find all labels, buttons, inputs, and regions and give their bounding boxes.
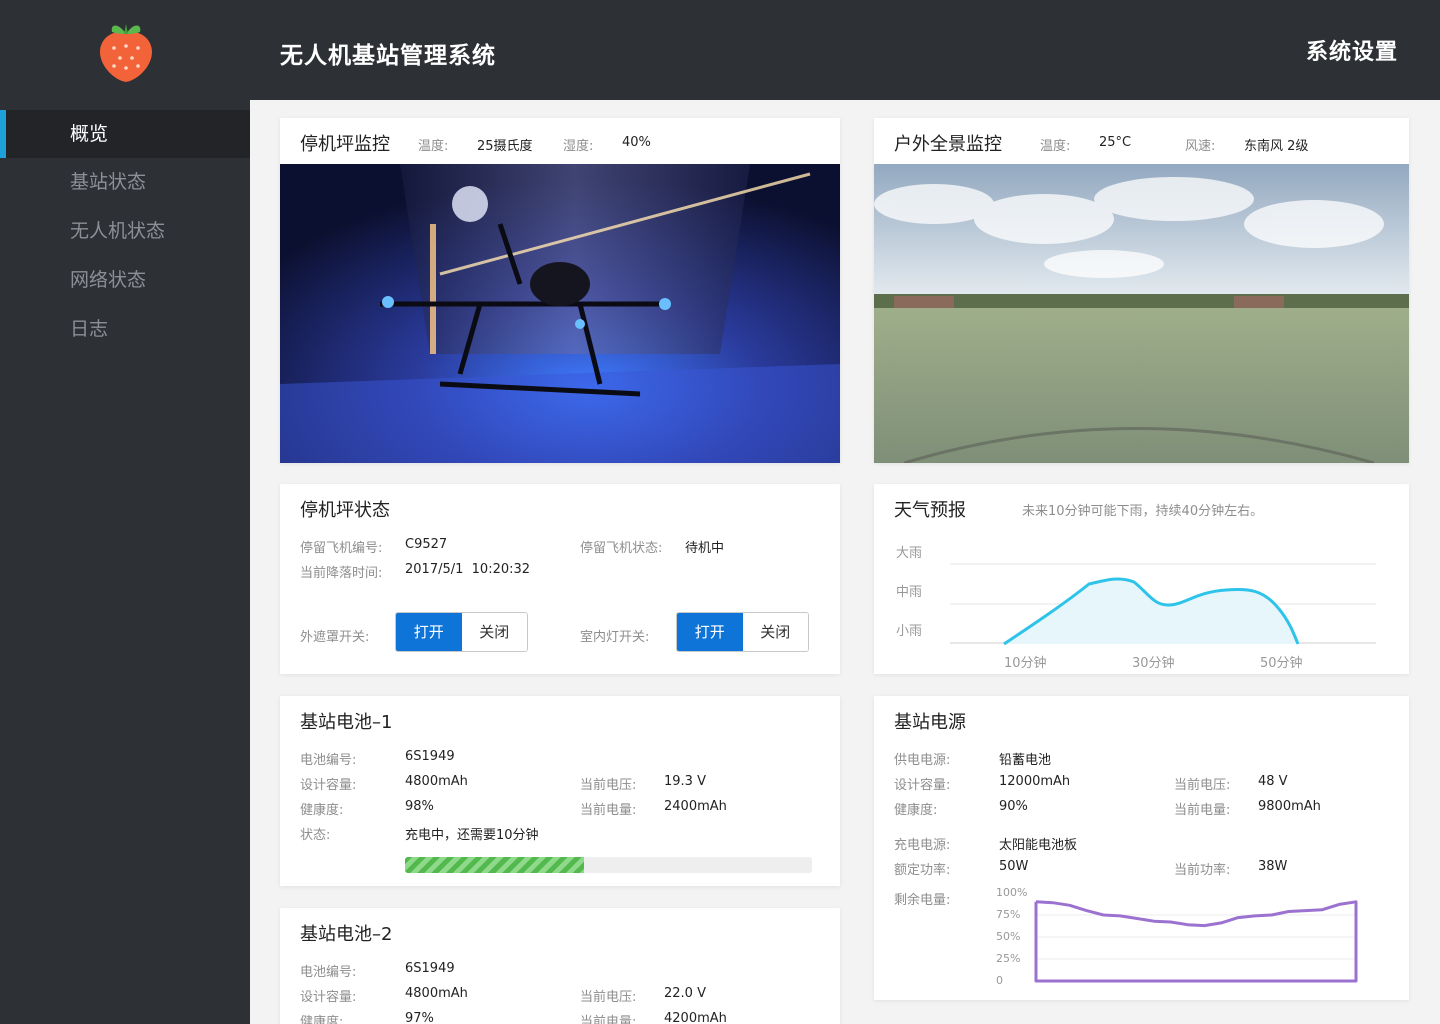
sidebar: 概览 基站状态 无人机状态 网络状态 日志 (0, 100, 250, 1024)
wind-label: 风速: (1185, 139, 1216, 154)
sidebar-item-log[interactable]: 日志 (0, 305, 250, 353)
charge-value: 2400mAh (664, 799, 727, 814)
voltage-value: 19.3 V (664, 774, 706, 789)
battery-id-value: 6S1949 (405, 961, 455, 976)
card-title: 基站电池–1 (300, 712, 393, 733)
battery-id-label: 电池编号: (300, 965, 357, 980)
health-value: 98% (405, 799, 434, 814)
wind-value: 东南风 2级 (1244, 139, 1309, 154)
card-title: 停机坪状态 (300, 500, 390, 521)
state-label: 状态: (300, 828, 331, 843)
aircraft-id-value: C9527 (405, 537, 448, 552)
humidity-value: 40% (622, 135, 651, 150)
app-title: 无人机基站管理系统 (280, 43, 496, 69)
health-value: 97% (405, 1011, 434, 1024)
card-title: 基站电池–2 (300, 924, 393, 945)
light-switch-label: 室内灯开关: (580, 630, 650, 645)
battery-id-label: 电池编号: (300, 753, 357, 768)
rain-area (1004, 578, 1298, 644)
system-settings-link[interactable]: 系统设置 (1306, 34, 1398, 66)
cover-switch: 打开 关闭 (395, 612, 528, 652)
state-value: 充电中，还需要10分钟 (405, 828, 539, 843)
temperature-label: 温度: (1040, 139, 1071, 154)
aircraft-state-label: 停留飞机状态: (580, 541, 663, 556)
voltage-label: 当前电压: (580, 778, 637, 793)
strawberry-logo-icon (100, 24, 152, 82)
light-switch: 打开 关闭 (676, 612, 809, 652)
remaining-power-line (1034, 900, 1358, 983)
voltage-label: 当前电压: (580, 990, 637, 1005)
charge-value: 4200mAh (664, 1011, 727, 1024)
charge-label: 当前电量: (580, 803, 637, 818)
card-title: 户外全景监控 (894, 134, 1002, 155)
base-power-card: 基站电源 供电电源: 铅蓄电池 设计容量: 12000mAh 当前电压: 48 … (874, 696, 1409, 1000)
capacity-value: 4800mAh (405, 986, 468, 1001)
capacity-value: 4800mAh (405, 774, 468, 789)
temperature-label: 温度: (418, 139, 449, 154)
landing-time-label: 当前降落时间: (300, 566, 383, 581)
aircraft-id-label: 停留飞机编号: (300, 541, 383, 556)
charge-label: 当前电量: (580, 1015, 637, 1024)
remaining-power-chart (1034, 900, 1358, 983)
temperature-value: 25摄氏度 (477, 139, 533, 154)
health-label: 健康度: (300, 1015, 344, 1024)
card-title: 停机坪监控 (300, 134, 390, 155)
cover-open-button[interactable]: 打开 (396, 613, 462, 651)
light-on-button[interactable]: 打开 (677, 613, 743, 651)
sidebar-item-network-status[interactable]: 网络状态 (0, 256, 250, 304)
weather-card: 天气预报 未来10分钟可能下雨，持续40分钟左右。 大雨 中雨 小雨 10分钟 … (874, 484, 1409, 674)
sidebar-item-overview[interactable]: 概览 (0, 110, 250, 158)
battery-2-card: 基站电池–2 电池编号: 6S1949 设计容量: 4800mAh 当前电压: … (280, 908, 840, 1024)
apron-status-card: 停机坪状态 停留飞机编号: C9527 停留飞机状态: 待机中 当前降落时间: … (280, 484, 840, 674)
cover-switch-label: 外遮罩开关: (300, 630, 370, 645)
capacity-label: 设计容量: (300, 778, 357, 793)
temperature-value: 25°C (1099, 135, 1132, 150)
apron-monitor-card: 停机坪监控 温度: 25摄氏度 湿度: 40% (280, 118, 840, 463)
humidity-label: 湿度: (563, 139, 594, 154)
apron-camera-feed[interactable] (280, 164, 840, 463)
outdoor-panorama-feed[interactable] (874, 164, 1409, 463)
cover-close-button[interactable]: 关闭 (461, 613, 527, 651)
rain-forecast-chart (950, 563, 1376, 646)
top-bar: 无人机基站管理系统 系统设置 (0, 0, 1440, 100)
battery-1-card: 基站电池–1 电池编号: 6S1949 设计容量: 4800mAh 当前电压: … (280, 696, 840, 886)
charge-progress-bar (405, 857, 812, 873)
charge-progress-fill (405, 857, 585, 873)
outdoor-monitor-card: 户外全景监控 温度: 25°C 风速: 东南风 2级 (874, 118, 1409, 463)
landing-time-value: 2017/5/1 10:20:32 (405, 562, 531, 577)
health-label: 健康度: (300, 803, 344, 818)
aircraft-state-value: 待机中 (685, 541, 725, 556)
capacity-label: 设计容量: (300, 990, 357, 1005)
light-off-button[interactable]: 关闭 (742, 613, 808, 651)
battery-id-value: 6S1949 (405, 749, 455, 764)
sidebar-item-base-status[interactable]: 基站状态 (0, 158, 250, 206)
voltage-value: 22.0 V (664, 986, 706, 1001)
sidebar-item-drone-status[interactable]: 无人机状态 (0, 207, 250, 255)
